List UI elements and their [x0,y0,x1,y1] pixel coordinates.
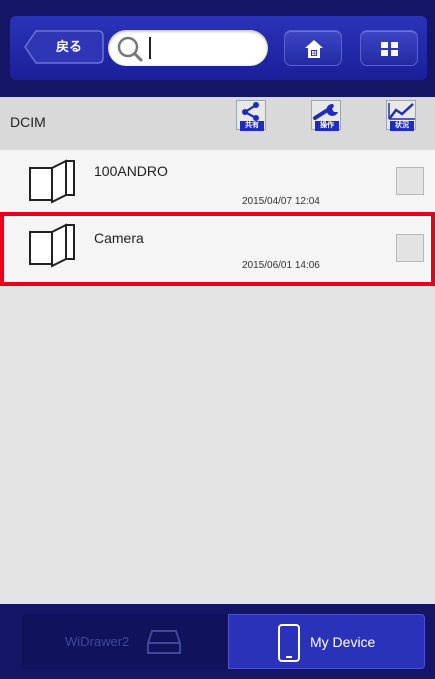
operation-button[interactable]: 操作 [311,100,341,131]
bottom-bar: WiDrawer2 My Device [0,604,435,679]
file-date: 2015/06/01 14:06 [242,260,320,271]
search-input[interactable] [152,36,258,60]
status-button[interactable]: 状況 [386,100,416,131]
tab-my-device[interactable]: My Device [228,614,425,669]
current-folder-label: DCIM [10,114,46,130]
grid-icon [381,42,398,56]
home-icon [305,40,323,58]
list-item[interactable]: 100ANDRO 2015/04/07 12:04 [0,150,435,214]
search-icon [117,36,143,62]
list-item[interactable]: Camera 2015/06/01 14:06 [0,212,435,286]
file-list: 100ANDRO 2015/04/07 12:04 Camera 2015/06… [0,150,435,604]
share-button[interactable]: 共有 [236,100,266,131]
tab-widrawer[interactable]: WiDrawer2 [22,614,228,669]
operation-label: 操作 [315,121,339,131]
home-button[interactable] [284,30,342,66]
tab-widrawer-label: WiDrawer2 [65,634,130,649]
file-date: 2015/04/07 12:04 [242,196,320,207]
tab-my-device-label: My Device [310,634,376,650]
folder-header: DCIM 共有 操作 状況 [0,97,435,150]
back-button-label: 戻る [55,39,82,54]
share-label: 共有 [240,121,264,131]
select-checkbox[interactable] [396,167,424,195]
phone-icon [278,624,300,662]
select-checkbox[interactable] [396,234,424,262]
grid-menu-button[interactable] [360,30,418,66]
status-label: 状況 [390,121,414,131]
folder-icon [29,159,75,204]
file-name: 100ANDRO [94,163,168,179]
folder-icon [29,223,75,268]
back-button[interactable]: 戻る [24,30,104,64]
search-box[interactable] [108,30,268,66]
text-caret [149,37,151,59]
drive-icon [147,630,181,654]
file-name: Camera [94,230,144,246]
